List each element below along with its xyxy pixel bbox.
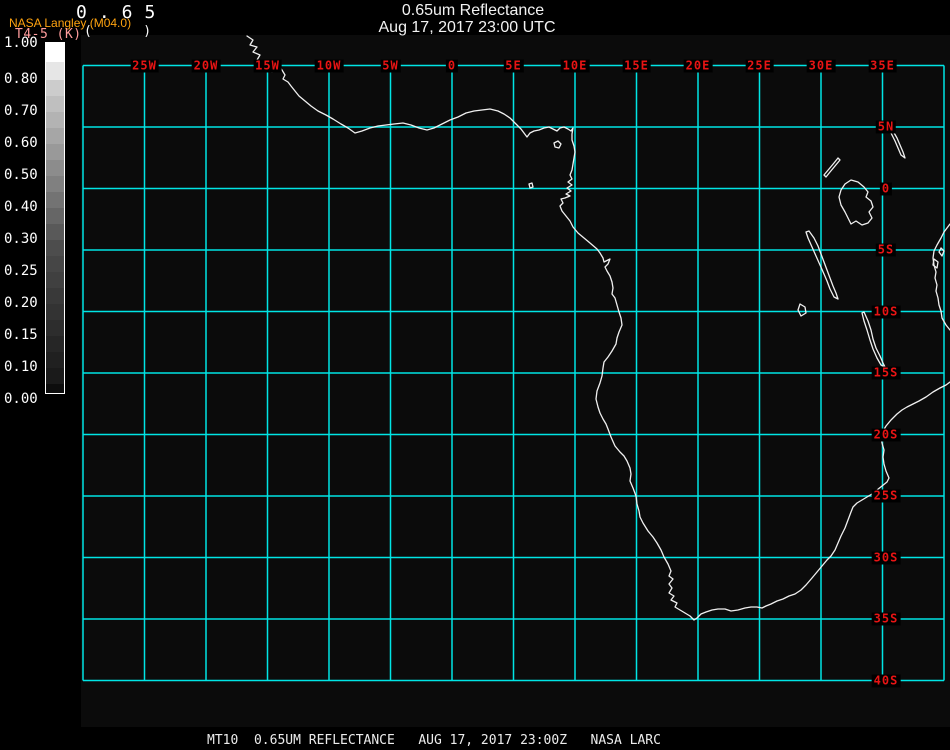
- lake-mweru: [797, 303, 807, 317]
- colorbar-tick-0.00: 0.00: [4, 391, 38, 407]
- lon-label-15W: 15W: [253, 58, 282, 72]
- lat-label-30S: 30S: [871, 550, 901, 564]
- reflectance-colorbar: [45, 42, 65, 394]
- colorbar-tick-0.50: 0.50: [4, 167, 38, 183]
- coastline-overlay: [246, 35, 950, 621]
- colorbar-tick-0.70: 0.70: [4, 103, 38, 119]
- colorbar-tick-0.25: 0.25: [4, 263, 38, 279]
- colorbar-tick-0.40: 0.40: [4, 199, 38, 215]
- lat-label-5N: 5N: [875, 119, 897, 134]
- lake-turkana: [890, 130, 906, 159]
- lon-label-25E: 25E: [745, 58, 774, 72]
- lon-label-25W: 25W: [130, 58, 159, 72]
- lon-label-5E: 5E: [503, 58, 524, 72]
- lon-label-20E: 20E: [683, 58, 713, 72]
- lake-albert: [823, 157, 841, 178]
- lat-label-40S: 40S: [871, 673, 901, 687]
- coastline-africa-west-south: [246, 35, 950, 621]
- lon-label-20W: 20W: [191, 58, 221, 72]
- lake-malawi: [861, 311, 886, 368]
- colorbar-units-label: ( ): [84, 24, 159, 39]
- satellite-viewer-screen: 1.00 0.80 0.70 0.60 0.50 0.40 0.30 0.25 0.20 0.15…: [0, 0, 950, 750]
- colorbar-tick-0.30: 0.30: [4, 231, 38, 247]
- lat-label-10S: 10S: [871, 304, 901, 318]
- lake-victoria: [838, 179, 874, 226]
- lat-label-15S: 15S: [871, 365, 901, 380]
- status-bar-text: MT10 0.65UM REFLECTANCE AUG 17, 2017 23:…: [207, 733, 661, 748]
- colorbar-tick-0.20: 0.20: [4, 295, 38, 311]
- lon-label-0: 0: [445, 58, 459, 72]
- colorbar-tick-0.60: 0.60: [4, 135, 38, 151]
- colorbar-tick-0.10: 0.10: [4, 359, 38, 375]
- island-bioko: [553, 140, 562, 149]
- island-sao-tome: [528, 182, 534, 189]
- lon-label-35E: 35E: [868, 58, 897, 72]
- lat-label-5S: 5S: [875, 242, 897, 257]
- lat-label-0: 0: [879, 181, 893, 195]
- overlay-param-label: T4-5 (K): [15, 27, 82, 42]
- colorbar-tick-0.15: 0.15: [4, 327, 38, 343]
- lon-label-30E: 30E: [806, 58, 836, 72]
- lat-label-20S: 20S: [871, 427, 901, 441]
- island-pemba: [938, 247, 945, 257]
- lat-label-35S: 35S: [871, 611, 901, 626]
- island-zanzibar: [932, 258, 939, 269]
- lon-label-15E: 15E: [622, 58, 651, 72]
- lake-tanganyika: [805, 230, 839, 300]
- lon-label-10E: 10E: [560, 58, 590, 72]
- lon-label-10W: 10W: [314, 58, 344, 72]
- coastline-east-africa: [932, 223, 950, 331]
- colorbar-tick-0.80: 0.80: [4, 71, 38, 87]
- lat-label-25S: 25S: [871, 488, 901, 503]
- lon-label-5W: 5W: [380, 58, 401, 72]
